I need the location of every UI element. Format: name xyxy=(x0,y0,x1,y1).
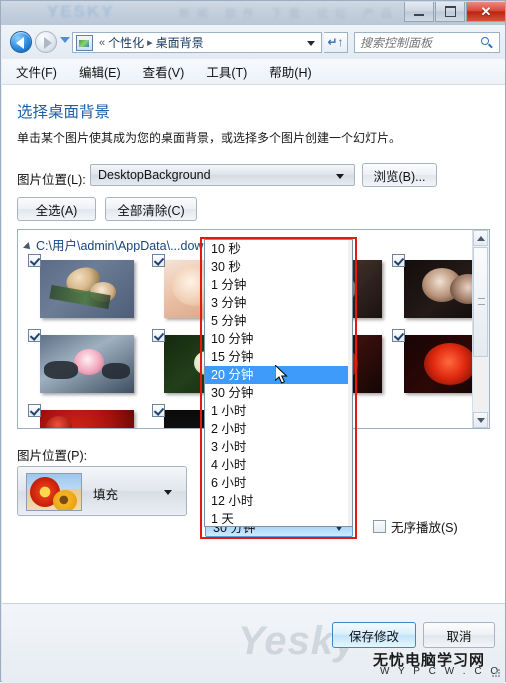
breadcrumb-bar[interactable]: « 个性化 ▸ 桌面背景 xyxy=(72,32,322,53)
menu-bar: 文件(F) 编辑(E) 查看(V) 工具(T) 帮助(H) xyxy=(2,59,505,85)
dropdown-option-15-minutes[interactable]: 15 分钟 xyxy=(205,348,352,366)
back-arrow-icon xyxy=(16,37,24,49)
back-button[interactable] xyxy=(10,31,32,53)
thumbnail-checkbox[interactable] xyxy=(392,329,405,342)
dropdown-option-10-seconds[interactable]: 10 秒 xyxy=(205,240,352,258)
thumbnail-image xyxy=(40,335,134,393)
shuffle-row[interactable]: 无序播放(S) xyxy=(373,517,458,536)
address-bar: « 个性化 ▸ 桌面背景 ↵↑ xyxy=(2,25,505,59)
breadcrumb-item-personalization[interactable]: 个性化 xyxy=(108,34,144,51)
picture-position-value: 填充 xyxy=(93,488,119,502)
refresh-icon: ↵↑ xyxy=(327,35,344,49)
recent-pages-chevron-down-icon[interactable] xyxy=(60,37,70,43)
menu-edit[interactable]: 编辑(E) xyxy=(79,62,121,81)
menu-help[interactable]: 帮助(H) xyxy=(269,62,311,81)
page-title: 选择桌面背景 xyxy=(17,104,111,121)
forward-button[interactable] xyxy=(35,31,57,53)
picture-location-label: 图片位置(L): xyxy=(17,173,86,187)
dropdown-option-30-minutes[interactable]: 30 分钟 xyxy=(205,384,352,402)
dropdown-option-10-minutes[interactable]: 10 分钟 xyxy=(205,330,352,348)
thumbnail-checkbox[interactable] xyxy=(152,254,165,267)
thumbnail-image xyxy=(40,260,134,318)
dropdown-option-1-hour[interactable]: 1 小时 xyxy=(205,402,352,420)
thumbnail-item[interactable] xyxy=(24,327,148,399)
dropdown-option-3-minutes[interactable]: 3 分钟 xyxy=(205,294,352,312)
title-bar: YESKY 新闻 软件 下载 论坛 产品 ✕ xyxy=(1,1,505,25)
maximize-button[interactable] xyxy=(435,2,465,22)
chevron-down-icon xyxy=(164,490,172,495)
search-input[interactable] xyxy=(360,35,478,50)
picture-position-label: 图片位置(P): xyxy=(17,449,88,463)
picture-list-scrollbar[interactable] xyxy=(472,230,489,428)
dropdown-option-1-minute[interactable]: 1 分钟 xyxy=(205,276,352,294)
menu-tools[interactable]: 工具(T) xyxy=(206,62,247,81)
browse-button[interactable]: 浏览(B)... xyxy=(362,163,437,187)
save-changes-button[interactable]: 保存修改 xyxy=(332,622,416,648)
thumbnail-checkbox[interactable] xyxy=(152,404,165,417)
scroll-up-button[interactable] xyxy=(473,230,488,246)
shuffle-checkbox[interactable] xyxy=(373,520,386,533)
site-watermark-english: W Y P C W . C O M xyxy=(380,666,506,677)
search-icon xyxy=(480,36,494,50)
resize-grip[interactable] xyxy=(490,667,502,679)
dropdown-option-2-hours[interactable]: 2 小时 xyxy=(205,420,352,438)
thumbnail-item[interactable] xyxy=(24,402,148,428)
refresh-button[interactable]: ↵↑ xyxy=(324,32,348,53)
breadcrumb-separator-icon: ▸ xyxy=(147,37,153,49)
control-panel-icon xyxy=(76,34,93,51)
dropdown-option-4-hours[interactable]: 4 小时 xyxy=(205,456,352,474)
close-icon: ✕ xyxy=(480,3,492,19)
minimize-icon xyxy=(414,13,424,16)
picture-position-combobox[interactable]: 填充 xyxy=(17,466,187,516)
scrollbar-thumb[interactable] xyxy=(473,247,488,357)
clear-all-button[interactable]: 全部清除(C) xyxy=(105,197,197,221)
change-interval-dropdown-list[interactable]: 10 秒 30 秒 1 分钟 3 分钟 5 分钟 10 分钟 15 分钟 20 … xyxy=(204,239,353,527)
dropdown-scroll-gutter xyxy=(348,240,352,526)
chevron-up-icon xyxy=(476,235,485,241)
chevron-down-icon xyxy=(336,174,344,179)
thumbnail-checkbox[interactable] xyxy=(28,254,41,267)
menu-file[interactable]: 文件(F) xyxy=(16,62,57,81)
scroll-down-button[interactable] xyxy=(473,412,488,428)
yellow-flower-icon xyxy=(53,490,77,510)
dropdown-option-20-minutes[interactable]: 20 分钟 xyxy=(205,366,352,384)
background-site-logo: YESKY xyxy=(47,2,115,21)
thumbnail-checkbox[interactable] xyxy=(28,404,41,417)
search-box[interactable] xyxy=(354,32,500,53)
cancel-button[interactable]: 取消 xyxy=(423,622,495,648)
breadcrumb-chevron-down-icon[interactable] xyxy=(307,41,315,46)
picture-location-combobox[interactable]: DesktopBackground xyxy=(90,164,355,186)
forward-arrow-icon xyxy=(44,37,52,49)
breadcrumb-item-desktop-background[interactable]: 桌面背景 xyxy=(156,34,204,51)
menu-view[interactable]: 查看(V) xyxy=(143,62,185,81)
thumbnail-checkbox[interactable] xyxy=(28,329,41,342)
minimize-button[interactable] xyxy=(404,2,434,22)
close-button[interactable]: ✕ xyxy=(466,2,505,22)
dropdown-option-3-hours[interactable]: 3 小时 xyxy=(205,438,352,456)
collapse-triangle-icon[interactable] xyxy=(23,241,33,252)
breadcrumb-overflow-icon[interactable]: « xyxy=(99,37,105,49)
fill-preview-thumbnail xyxy=(26,473,82,511)
dropdown-option-1-day[interactable]: 1 天 xyxy=(205,510,352,526)
control-panel-window: YESKY 新闻 软件 下载 论坛 产品 ✕ « 个性化 ▸ 桌面背景 ↵↑ 搜… xyxy=(0,0,506,683)
picture-location-value: DesktopBackground xyxy=(98,168,211,182)
thumbnail-item[interactable] xyxy=(24,252,148,324)
shuffle-label: 无序播放(S) xyxy=(391,521,458,535)
select-all-button[interactable]: 全选(A) xyxy=(17,197,96,221)
dropdown-option-6-hours[interactable]: 6 小时 xyxy=(205,474,352,492)
dropdown-option-12-hours[interactable]: 12 小时 xyxy=(205,492,352,510)
maximize-icon xyxy=(444,6,456,17)
chevron-down-icon xyxy=(476,417,485,423)
thumbnail-checkbox[interactable] xyxy=(392,254,405,267)
dropdown-option-30-seconds[interactable]: 30 秒 xyxy=(205,258,352,276)
thumbnail-image xyxy=(40,410,134,428)
page-subtitle: 单击某个图片使其成为您的桌面背景，或选择多个图片创建一个幻灯片。 xyxy=(17,131,402,145)
thumbnail-checkbox[interactable] xyxy=(152,329,165,342)
background-site-nav: 新闻 软件 下载 论坛 产品 xyxy=(179,8,400,20)
dropdown-option-5-minutes[interactable]: 5 分钟 xyxy=(205,312,352,330)
